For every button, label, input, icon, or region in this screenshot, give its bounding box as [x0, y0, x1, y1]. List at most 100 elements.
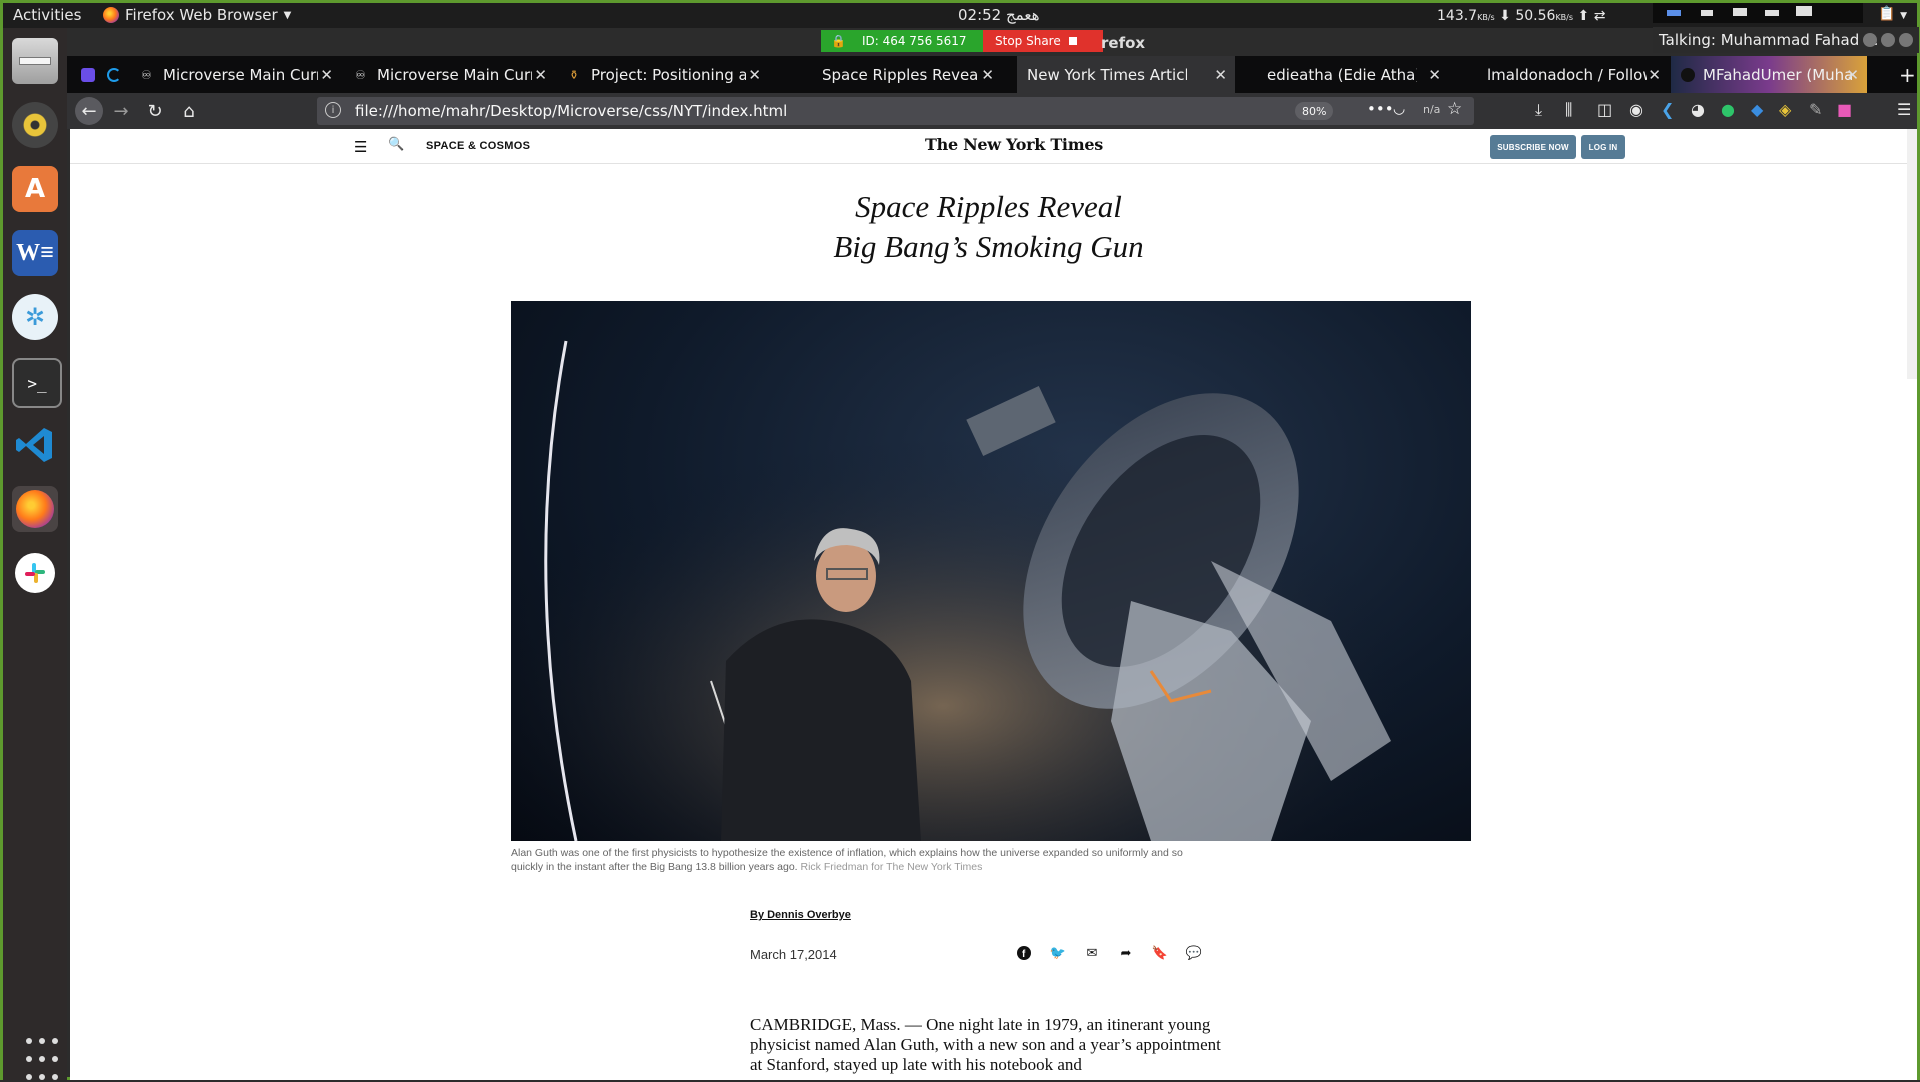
email-icon[interactable]: ✉ [1083, 944, 1101, 962]
close-icon[interactable] [1899, 33, 1913, 47]
extension-badge-icon[interactable]: ◆ [1751, 100, 1763, 119]
clock[interactable]: 02:52 هعمج [958, 6, 1040, 24]
tab-label: Microverse Main Curricu [377, 65, 532, 84]
clipboard-icon: 📋 [1878, 6, 1896, 22]
login-button[interactable]: LOG IN [1581, 135, 1625, 159]
vscode-icon[interactable] [12, 422, 58, 468]
tab-strip: ♾ Microverse Main Curricu ✕ ♾ Microverse… [67, 56, 1917, 93]
zoom-level-indicator[interactable]: 80% [1295, 102, 1334, 120]
back-button[interactable]: ← [75, 97, 103, 125]
window-title-fragment: refox [1101, 34, 1146, 52]
scrollbar[interactable] [1907, 129, 1917, 379]
bookmark-star-icon[interactable]: ☆ [1447, 99, 1462, 119]
tab-microverse-1[interactable]: ♾ Microverse Main Curricu ✕ [131, 56, 341, 93]
close-icon[interactable]: ✕ [981, 66, 994, 84]
slack-icon[interactable] [15, 553, 55, 593]
na-indicator[interactable]: n/a [1423, 103, 1440, 116]
app-menu-label: Firefox Web Browser [125, 6, 278, 24]
arrow-up-icon: ⬆ [1577, 8, 1590, 24]
info-icon[interactable]: i [325, 102, 341, 118]
article-date: March 17,2014 [750, 947, 837, 962]
library-icon[interactable]: ⫼ [1565, 100, 1572, 120]
network-monitor[interactable]: 143.7KB/s ⬇ 50.56KB/s ⬆ ⇄ [1437, 8, 1605, 24]
subscribe-button[interactable]: SUBSCRIBE NOW [1490, 135, 1576, 159]
search-icon[interactable]: 🔍 [388, 137, 404, 152]
zoom-mini-dash [1765, 10, 1779, 16]
close-icon[interactable]: ✕ [534, 66, 547, 84]
tab-pinned-loading[interactable] [97, 56, 127, 93]
tab-nyt-article[interactable]: New York Times Article ✕ [1017, 56, 1235, 93]
article-body: CAMBRIDGE, Mass. — One night late in 197… [750, 1015, 1221, 1074]
nyt-logo[interactable]: The New York Times [925, 135, 1103, 154]
photo-caption: Alan Guth was one of the first physicist… [511, 846, 1191, 874]
tab-project-positioning[interactable]: ⚱ Project: Positioning and ✕ [559, 56, 769, 93]
window-controls[interactable] [1863, 33, 1913, 47]
article-headline: Space Ripples Reveal Big Bang’s Smoking … [70, 187, 1907, 267]
reload-button[interactable]: ↻ [143, 99, 167, 123]
tab-edieatha[interactable]: edieatha (Edie Atha) ✕ [1257, 56, 1449, 93]
extension-pen-icon[interactable]: ✎ [1809, 100, 1822, 119]
extension-tag-icon[interactable]: ◈ [1779, 100, 1791, 119]
coral-app-icon[interactable]: ✲ [12, 294, 58, 340]
tab-mfahadumer[interactable]: MFahadUmer (Muham ✕ [1671, 56, 1867, 93]
firefox-icon [103, 7, 119, 23]
close-icon[interactable]: ✕ [1214, 66, 1227, 84]
word-icon[interactable]: W≡ [12, 230, 58, 276]
activities-button[interactable]: Activities [13, 6, 81, 24]
close-icon[interactable]: ✕ [1428, 66, 1441, 84]
forward-button[interactable]: → [109, 99, 133, 123]
tab-label: lmaldonadoch / Followe [1487, 65, 1647, 84]
tab-label: Space Ripples Reveal Bi [822, 65, 978, 84]
drawer-handle-icon [19, 57, 51, 65]
menu-icon[interactable]: ☰ [1897, 100, 1911, 119]
extension-arrow-icon[interactable]: ❮ [1661, 100, 1674, 119]
tab-space-ripples[interactable]: Space Ripples Reveal Bi ✕ [822, 56, 1002, 93]
comment-icon[interactable]: 💬 [1185, 944, 1203, 962]
tab-pinned-microverse[interactable] [71, 56, 97, 93]
url-text[interactable]: file:///home/mahr/Desktop/Microverse/css… [355, 102, 787, 120]
share-arrow-icon[interactable]: ➦ [1117, 944, 1135, 962]
pocket-icon[interactable]: ◡ [1393, 101, 1405, 117]
zoom-mini-dash [1733, 8, 1747, 16]
show-applications-icon[interactable] [19, 1036, 65, 1082]
twitter-icon[interactable]: 🐦 [1049, 944, 1067, 962]
grammarly-icon[interactable]: ● [1721, 100, 1735, 119]
account-icon[interactable]: ◉ [1629, 100, 1643, 119]
close-icon[interactable]: ✕ [320, 66, 333, 84]
tab-label: Project: Positioning and [591, 65, 746, 84]
maximize-icon[interactable] [1881, 33, 1895, 47]
tab-label: New York Times Article [1027, 65, 1187, 84]
tab-microverse-2[interactable]: ♾ Microverse Main Curricu ✕ [345, 56, 555, 93]
microverse-icon [81, 67, 95, 82]
sidebar-icon[interactable]: ◫ [1597, 100, 1612, 119]
hamburger-menu-icon[interactable]: ☰ [354, 138, 367, 156]
minimize-icon[interactable] [1863, 33, 1877, 47]
firefox-dock-icon[interactable] [12, 486, 58, 532]
extension-color-icon[interactable]: ■ [1837, 100, 1852, 119]
facebook-icon[interactable]: f [1015, 944, 1033, 962]
app-menu[interactable]: Firefox Web Browser ▼ [103, 6, 291, 24]
bookmark-icon[interactable]: 🔖 [1151, 944, 1169, 962]
nyt-header: ☰ 🔍 SPACE & COSMOS The New York Times SU… [70, 129, 1907, 164]
files-app-icon[interactable] [12, 38, 58, 84]
transfer-icon: ⇄ [1593, 8, 1606, 24]
new-tab-button[interactable]: + [1889, 56, 1917, 93]
author-byline[interactable]: By Dennis Overbye [750, 909, 851, 921]
tab-lmaldonadoch[interactable]: lmaldonadoch / Followe ✕ [1477, 56, 1669, 93]
section-link[interactable]: SPACE & COSMOS [426, 140, 530, 152]
download-icon[interactable]: ⤓ [1535, 100, 1542, 120]
close-icon[interactable]: ✕ [748, 66, 761, 84]
stop-share-button[interactable]: Stop Share [983, 30, 1103, 52]
extension-owl-icon[interactable]: ◕ [1691, 100, 1705, 119]
photo-credit: Rick Friedman for The New York Times [800, 861, 983, 873]
terminal-icon[interactable]: >_ [12, 358, 62, 408]
software-center-icon[interactable]: A [12, 166, 58, 212]
url-bar[interactable]: i file:///home/mahr/Desktop/Microverse/c… [317, 97, 1474, 125]
rhythmbox-icon[interactable] [12, 102, 58, 148]
system-menu[interactable]: 📋 ▼ [1878, 6, 1907, 22]
close-icon[interactable]: ✕ [1846, 66, 1859, 84]
home-button[interactable]: ⌂ [177, 99, 201, 123]
zoom-mini-toolbar[interactable] [1653, 3, 1863, 23]
close-icon[interactable]: ✕ [1648, 66, 1661, 84]
page-actions-icon[interactable]: ••• [1367, 100, 1394, 118]
